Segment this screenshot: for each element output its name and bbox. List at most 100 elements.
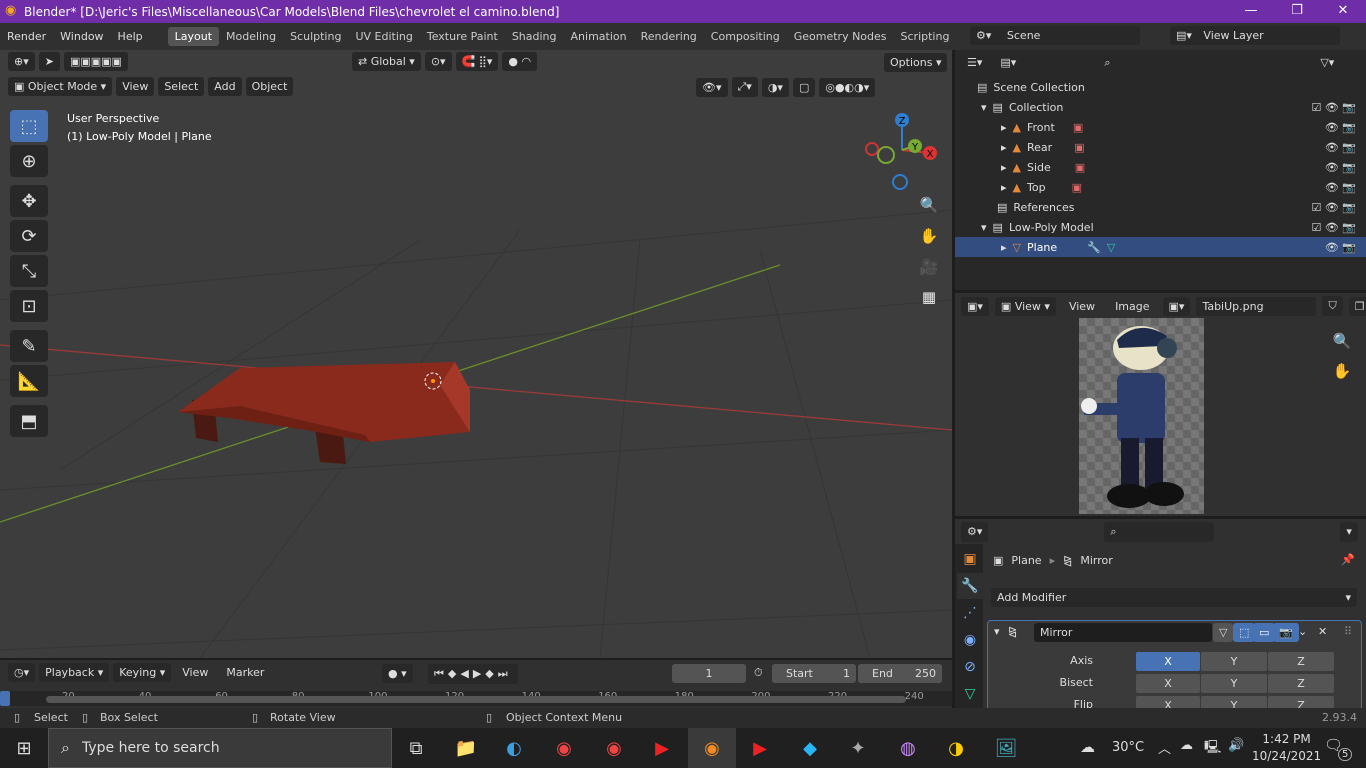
windows-start-icon[interactable]: ⊞ xyxy=(0,728,48,768)
image-browse-button[interactable]: ▣▾ xyxy=(1162,296,1191,316)
mesh-data-icon[interactable]: ▽ xyxy=(1107,241,1115,254)
network-icon[interactable]: 🖳 xyxy=(1204,738,1221,760)
new-image-button[interactable]: ❐ xyxy=(1348,296,1366,316)
outliner-search[interactable]: ⌕ xyxy=(1098,53,1209,73)
bisect-z-toggle[interactable]: Z xyxy=(1268,674,1334,693)
3d-viewport[interactable]: ⊕▾ ➤ ▣▣▣▣▣ ⇄ Global ▾ ⊙▾ 🧲 ⣿▾ ● ◠ Option… xyxy=(0,50,952,658)
row-toggles[interactable]: 👁 📷 xyxy=(1325,181,1356,194)
end-frame-field[interactable]: End 250 xyxy=(858,664,942,683)
visibility-dropdown[interactable]: 👁▾ xyxy=(696,77,728,97)
flip-x-toggle[interactable]: X xyxy=(1136,696,1200,708)
menu-help[interactable]: Help xyxy=(111,30,150,43)
render-toggle[interactable]: 📷 xyxy=(1273,623,1299,642)
weather-temp[interactable]: 30°C xyxy=(1112,740,1144,755)
proportional-edit-toggle[interactable]: ● ◠ xyxy=(502,52,538,71)
transform-tool[interactable]: ⊡ xyxy=(10,290,48,322)
mode-dropdown[interactable]: ▣ Object Mode ▾ xyxy=(8,77,113,96)
menu-view[interactable]: View xyxy=(116,77,155,96)
measure-tool[interactable]: 📐 xyxy=(10,365,48,397)
auto-keying-toggle[interactable]: ● ▾ xyxy=(382,664,413,683)
add-modifier-dropdown[interactable]: Add Modifier ▾ xyxy=(991,588,1357,607)
app2-icon[interactable]: ◑ xyxy=(932,728,980,768)
scene-selector[interactable]: ⚙▾ Scene xyxy=(970,26,1140,45)
menu-playback[interactable]: Playback ▾ xyxy=(39,663,110,682)
menu-keying[interactable]: Keying ▾ xyxy=(113,663,172,682)
workspace-tab-rendering[interactable]: Rendering xyxy=(634,27,704,46)
maximize-button[interactable]: ❐ xyxy=(1274,0,1320,23)
minimize-button[interactable]: — xyxy=(1228,0,1274,23)
menu-add[interactable]: Add xyxy=(208,77,242,96)
taskbar-search-box[interactable]: ⌕ Type here to search xyxy=(48,728,392,768)
properties-search[interactable]: ⌕ xyxy=(1104,522,1215,542)
task-view-icon[interactable]: ⧉ xyxy=(392,728,440,768)
photos-icon[interactable]: 🖼 xyxy=(982,728,1030,768)
chrome-icon[interactable]: ◉ xyxy=(540,728,588,768)
add-cube-tool[interactable]: ⬒ xyxy=(10,405,48,437)
move-tool[interactable]: ✥ xyxy=(10,185,48,217)
view-layer-selector[interactable]: ▤▾ View Layer xyxy=(1170,26,1340,45)
drag-handle-icon[interactable]: ⠿ xyxy=(1344,625,1352,638)
shading-mode-buttons[interactable]: ◎●◐◑▾ xyxy=(819,77,876,97)
outliner-row-low-poly-model[interactable]: ▾ ▤ Low-Poly Model ☑ 👁 📷 xyxy=(955,217,1366,237)
row-toggles[interactable]: ☑ 👁 📷 xyxy=(1311,201,1356,214)
menu-select[interactable]: Select xyxy=(158,77,205,96)
outliner-row-references[interactable]: ▤ References ☑ 👁 📷 xyxy=(955,197,1366,217)
outliner-row-scene-collection[interactable]: ▤ Scene Collection xyxy=(955,77,1366,97)
workspace-tab-layout[interactable]: Layout xyxy=(167,27,220,46)
menu-object[interactable]: Object xyxy=(245,77,294,96)
pan-hand-icon[interactable]: ✋ xyxy=(1329,358,1355,384)
annotate-tool[interactable]: ✎ xyxy=(10,330,48,362)
current-frame-field[interactable]: 1 xyxy=(672,664,746,683)
grid-icon[interactable]: ▦ xyxy=(916,284,942,310)
flip-z-toggle[interactable]: Z xyxy=(1268,696,1334,708)
data-tab-icon[interactable]: ▽ xyxy=(957,681,983,707)
timeline-scrubber[interactable]: 20406080100120140160180200220240 xyxy=(0,691,952,706)
outliner-row-collection[interactable]: ▾ ▤ Collection ☑ 👁 📷 xyxy=(955,97,1366,117)
taskbar-clock[interactable]: 1:42 PM 10/24/2021 xyxy=(1252,731,1321,765)
youtube-app-icon[interactable]: ▶ xyxy=(638,728,686,768)
constraints-tab-icon[interactable]: ⊘ xyxy=(957,654,983,680)
bisect-y-toggle[interactable]: Y xyxy=(1201,674,1267,693)
editor-type-button[interactable]: ⊕▾ xyxy=(8,52,35,71)
playback-controls[interactable]: ⏮◆◀▶◆⏭ xyxy=(428,664,518,684)
row-toggles[interactable]: 👁 📷 xyxy=(1325,121,1356,134)
row-toggles[interactable]: ☑ 👁 📷 xyxy=(1311,221,1356,234)
properties-options[interactable]: ▾ xyxy=(1340,522,1358,542)
workspace-tab-scripting[interactable]: Scripting xyxy=(894,27,957,46)
pan-hand-icon[interactable]: ✋ xyxy=(916,223,942,249)
workspace-tab-geometry-nodes[interactable]: Geometry Nodes xyxy=(787,27,894,46)
outliner-row-top[interactable]: ▸ ▲ Top ▣ 👁 📷 xyxy=(955,177,1366,197)
camera-icon[interactable]: 🎥 xyxy=(916,254,942,280)
krita-icon[interactable]: ◍ xyxy=(884,728,932,768)
zoom-icon[interactable]: 🔍 xyxy=(916,192,942,218)
modifier-name-field[interactable]: Mirror xyxy=(1034,623,1212,642)
workspace-tab-modeling[interactable]: Modeling xyxy=(219,27,283,46)
row-toggles[interactable]: 👁 📷 xyxy=(1325,141,1356,154)
menu-marker[interactable]: Marker xyxy=(219,666,271,679)
zoom-icon[interactable]: 🔍 xyxy=(1329,328,1355,354)
row-toggles[interactable]: 👁 📷 xyxy=(1325,161,1356,174)
snap-toggle[interactable]: 🧲 ⣿▾ xyxy=(455,52,499,71)
modifier-wrench-icon[interactable]: 🔧 xyxy=(1087,241,1101,254)
workspace-tab-texture-paint[interactable]: Texture Paint xyxy=(420,27,505,46)
timeline-scrollbar[interactable] xyxy=(46,696,906,703)
options-dropdown[interactable]: Options ▾ xyxy=(884,53,948,72)
remove-modifier-button[interactable]: ✕ xyxy=(1318,625,1327,638)
physics-tab-icon[interactable]: ◉ xyxy=(957,627,983,653)
axis-z-toggle[interactable]: Z xyxy=(1268,652,1334,671)
scale-tool[interactable]: ⤡ xyxy=(10,255,48,287)
workspace-tab-animation[interactable]: Animation xyxy=(564,27,634,46)
outliner-editor-type[interactable]: ☰▾ xyxy=(961,53,989,73)
modifier-menu-dropdown[interactable]: ⌄ xyxy=(1298,625,1307,638)
edit-mode-toggle[interactable]: ▽ xyxy=(1213,623,1234,642)
properties-editor-type[interactable]: ⚙▾ xyxy=(961,522,989,542)
volume-icon[interactable]: 🔊 xyxy=(1228,738,1244,753)
rotate-tool[interactable]: ⟳ xyxy=(10,220,48,252)
menu-render[interactable]: Render xyxy=(0,30,53,43)
chrome-profile-icon[interactable]: ◉ xyxy=(590,728,638,768)
image-canvas[interactable] xyxy=(1079,318,1204,514)
tray-chevron-icon[interactable]: ︿ xyxy=(1158,738,1171,757)
fake-user-toggle[interactable]: ⛉ xyxy=(1322,296,1343,316)
app-icon[interactable]: ◆ xyxy=(786,728,834,768)
gizmo-toggle[interactable]: ⤢▾ xyxy=(731,77,758,97)
